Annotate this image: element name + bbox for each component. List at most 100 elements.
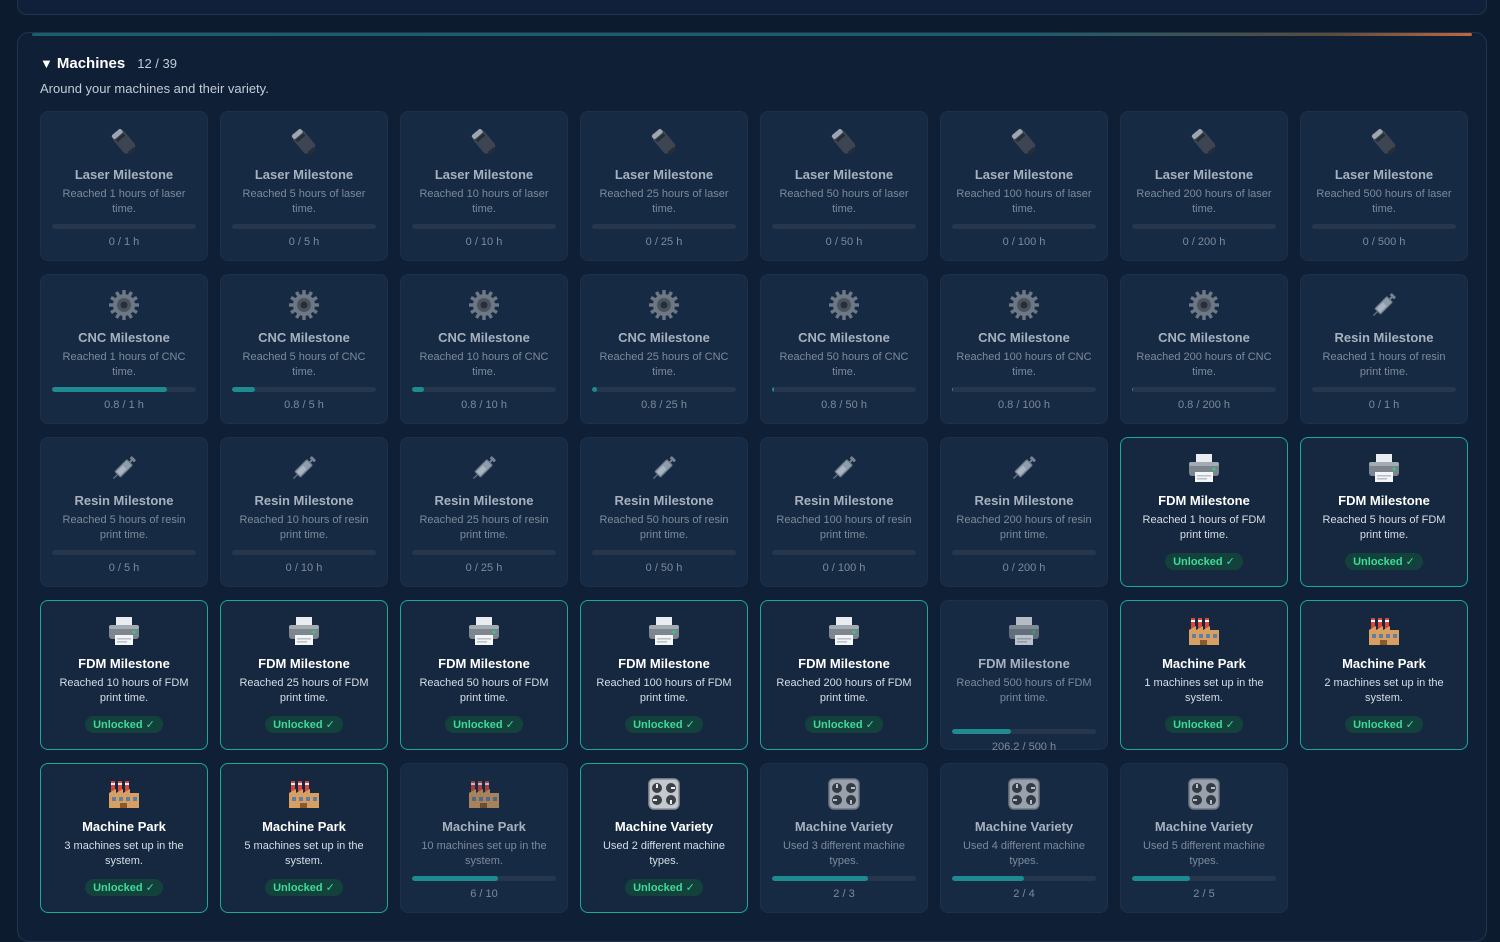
progress-text: 2 / 3	[833, 888, 855, 900]
unlocked-badge: Unlocked ✓	[1165, 716, 1243, 733]
printer-icon	[1121, 450, 1287, 486]
achievement-name: CNC Milestone	[618, 330, 710, 345]
achievement-card[interactable]: Laser Milestone Reached 25 hours of lase…	[580, 111, 748, 261]
achievement-card[interactable]: Machine Variety Used 4 different machine…	[940, 763, 1108, 913]
achievement-card[interactable]: FDM Milestone Reached 500 hours of FDM p…	[940, 600, 1108, 753]
achievement-name: FDM Milestone	[1158, 493, 1250, 508]
progress-bar	[592, 550, 736, 555]
achievement-description: Reached 25 hours of FDM print time.	[239, 677, 369, 704]
achievement-name: Machine Variety	[974, 819, 1074, 834]
achievement-card[interactable]: Resin Milestone Reached 5 hours of resin…	[40, 437, 208, 587]
laser-icon	[941, 124, 1107, 160]
section-header[interactable]: ▼ Machines 12 / 39	[40, 55, 177, 72]
progress-bar-fill	[412, 876, 499, 881]
collapse-caret-icon[interactable]: ▼	[40, 56, 53, 71]
achievement-card[interactable]: FDM Milestone Reached 100 hours of FDM p…	[580, 600, 748, 750]
achievement-card[interactable]: Machine Park 3 machines set up in the sy…	[40, 763, 208, 913]
unlocked-badge: Unlocked ✓	[85, 716, 163, 733]
achievement-name: FDM Milestone	[978, 656, 1070, 671]
achievement-card[interactable]: Machine Park 10 machines set up in the s…	[400, 763, 568, 913]
progress-text: 0 / 200 h	[1002, 562, 1046, 574]
printer-icon	[221, 613, 387, 649]
progress-bar	[412, 387, 556, 392]
unlocked-badge: Unlocked ✓	[265, 716, 343, 733]
progress-text: 0.8 / 100 h	[998, 399, 1050, 411]
progress-text: 0 / 25 h	[645, 236, 683, 248]
printer-icon	[41, 613, 207, 649]
achievement-card[interactable]: CNC Milestone Reached 5 hours of CNC tim…	[220, 274, 388, 424]
achievement-description: Reached 50 hours of FDM print time.	[419, 677, 549, 704]
achievement-card[interactable]: Laser Milestone Reached 200 hours of las…	[1120, 111, 1288, 261]
achievement-card[interactable]: Resin Milestone Reached 100 hours of res…	[760, 437, 928, 587]
achievement-name: Machine Variety	[1154, 819, 1254, 834]
achievement-card[interactable]: FDM Milestone Reached 1 hours of FDM pri…	[1120, 437, 1288, 587]
achievement-description: Reached 200 hours of CNC time.	[1136, 351, 1272, 378]
achievement-card[interactable]: Resin Milestone Reached 1 hours of resin…	[1300, 274, 1468, 424]
progress-text: 0.8 / 1 h	[104, 399, 144, 411]
achievement-card[interactable]: Resin Milestone Reached 25 hours of resi…	[400, 437, 568, 587]
laser-icon	[1301, 124, 1467, 160]
progress-text: 0.8 / 25 h	[641, 399, 687, 411]
progress-text: 0 / 50 h	[645, 562, 683, 574]
achievement-name: Resin Milestone	[434, 493, 534, 508]
achievement-count: 12 / 39	[137, 56, 177, 71]
achievement-card[interactable]: Machine Variety Used 2 different machine…	[580, 763, 748, 913]
achievement-description: Reached 500 hours of FDM print time.	[956, 677, 1092, 704]
achievement-card[interactable]: Laser Milestone Reached 100 hours of las…	[940, 111, 1108, 261]
achievement-card[interactable]: Machine Park 2 machines set up in the sy…	[1300, 600, 1468, 750]
achievement-card[interactable]: Machine Variety Used 3 different machine…	[760, 763, 928, 913]
progress-bar-fill	[772, 876, 869, 881]
achievement-name: Laser Milestone	[254, 167, 354, 182]
progress-bar	[52, 387, 196, 392]
achievement-name: FDM Milestone	[618, 656, 710, 671]
achievement-name: CNC Milestone	[78, 330, 170, 345]
progress-bar-fill	[412, 387, 424, 392]
achievement-name: Machine Variety	[614, 819, 714, 834]
factory-icon	[401, 776, 567, 812]
achievement-name: Machine Park	[442, 819, 526, 834]
section-title[interactable]: Machines	[57, 55, 125, 72]
unlocked-badge: Unlocked ✓	[625, 879, 703, 896]
achievement-grid: Laser Milestone Reached 1 hours of laser…	[40, 111, 1468, 913]
achievement-card[interactable]: CNC Milestone Reached 200 hours of CNC t…	[1120, 274, 1288, 424]
achievement-description: Used 4 different machine types.	[962, 840, 1086, 867]
achievement-description: Reached 200 hours of laser time.	[1136, 188, 1272, 215]
achievement-card[interactable]: Resin Milestone Reached 200 hours of res…	[940, 437, 1108, 587]
achievement-card[interactable]: Laser Milestone Reached 50 hours of lase…	[760, 111, 928, 261]
achievement-description: Reached 10 hours of CNC time.	[419, 351, 549, 378]
achievement-name: Resin Milestone	[614, 493, 714, 508]
achievement-card[interactable]: Machine Park 5 machines set up in the sy…	[220, 763, 388, 913]
achievement-card[interactable]: CNC Milestone Reached 100 hours of CNC t…	[940, 274, 1108, 424]
progress-bar	[1132, 876, 1276, 881]
achievement-card[interactable]: Resin Milestone Reached 10 hours of resi…	[220, 437, 388, 587]
progress-bar	[1132, 387, 1276, 392]
achievement-card[interactable]: FDM Milestone Reached 5 hours of FDM pri…	[1300, 437, 1468, 587]
achievement-card[interactable]: FDM Milestone Reached 200 hours of FDM p…	[760, 600, 928, 750]
achievement-card[interactable]: Laser Milestone Reached 10 hours of lase…	[400, 111, 568, 261]
achievement-card[interactable]: FDM Milestone Reached 25 hours of FDM pr…	[220, 600, 388, 750]
achievement-card[interactable]: Machine Park 1 machines set up in the sy…	[1120, 600, 1288, 750]
achievement-card[interactable]: CNC Milestone Reached 10 hours of CNC ti…	[400, 274, 568, 424]
progress-bar	[412, 224, 556, 229]
achievement-card[interactable]: Resin Milestone Reached 50 hours of resi…	[580, 437, 748, 587]
syringe-icon	[581, 450, 747, 486]
achievement-card[interactable]: Laser Milestone Reached 500 hours of las…	[1300, 111, 1468, 261]
achievement-card[interactable]: CNC Milestone Reached 1 hours of CNC tim…	[40, 274, 208, 424]
achievement-card[interactable]: Laser Milestone Reached 5 hours of laser…	[220, 111, 388, 261]
control-knobs-icon	[581, 776, 747, 812]
achievement-card[interactable]: Laser Milestone Reached 1 hours of laser…	[40, 111, 208, 261]
achievement-name: Laser Milestone	[794, 167, 894, 182]
section-subtitle: Around your machines and their variety.	[40, 81, 269, 96]
achievement-card[interactable]: CNC Milestone Reached 50 hours of CNC ti…	[760, 274, 928, 424]
achievement-card[interactable]: Machine Variety Used 5 different machine…	[1120, 763, 1288, 913]
progress-bar-fill	[592, 387, 597, 392]
progress-text: 0 / 200 h	[1182, 236, 1226, 248]
unlocked-badge: Unlocked ✓	[625, 716, 703, 733]
achievement-description: Reached 500 hours of laser time.	[1316, 188, 1452, 215]
achievement-description: Reached 1 hours of CNC time.	[62, 351, 186, 378]
progress-bar-fill	[952, 729, 1012, 734]
achievement-description: Used 3 different machine types.	[782, 840, 906, 867]
achievement-card[interactable]: FDM Milestone Reached 10 hours of FDM pr…	[40, 600, 208, 750]
achievement-card[interactable]: CNC Milestone Reached 25 hours of CNC ti…	[580, 274, 748, 424]
achievement-card[interactable]: FDM Milestone Reached 50 hours of FDM pr…	[400, 600, 568, 750]
